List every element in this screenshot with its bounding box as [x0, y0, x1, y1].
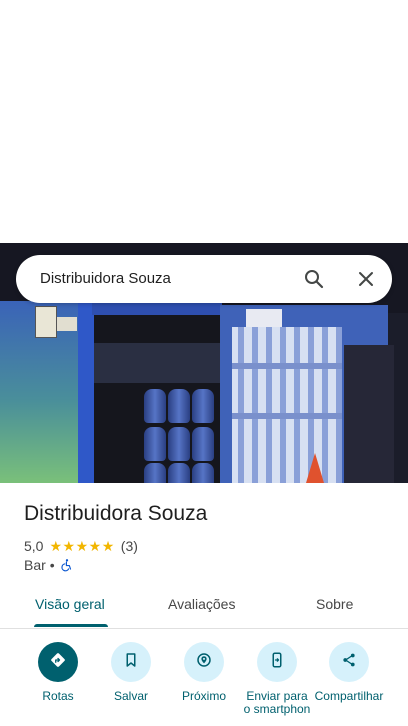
save-button[interactable]: Salvar: [96, 642, 166, 703]
gas-cylinder: [192, 389, 214, 423]
star-rating: ★ ★ ★ ★ ★: [49, 539, 114, 553]
wheelchair-icon: [60, 558, 74, 572]
gas-cylinder: [192, 427, 214, 461]
place-title: Distribuidora Souza: [24, 502, 208, 525]
gas-cylinder: [144, 463, 166, 483]
place-category: Bar: [24, 557, 46, 573]
gas-cylinder: [168, 427, 190, 461]
separator: •: [49, 557, 55, 573]
tab-overview[interactable]: Visão geral: [35, 596, 105, 612]
directions-button[interactable]: Rotas: [23, 642, 93, 703]
wall-plate: [246, 309, 282, 327]
active-tab-indicator: [34, 624, 108, 627]
tab-bar: Visão geral Avaliações Sobre: [0, 588, 408, 629]
wall-sign: [57, 317, 77, 331]
gas-cylinder: [144, 427, 166, 461]
nearby-icon: [195, 651, 213, 674]
tab-reviews[interactable]: Avaliações: [168, 596, 235, 612]
send-to-phone-button[interactable]: Enviar para o smartphone: [242, 642, 312, 716]
nearby-label: Próximo: [181, 689, 226, 703]
map-blank-area: [0, 0, 408, 243]
share-button[interactable]: Compartilhar: [314, 642, 384, 716]
directions-icon: [49, 651, 67, 674]
search-icon[interactable]: [302, 267, 326, 291]
nearby-button[interactable]: Próximo: [169, 642, 239, 703]
star-icon: ★: [62, 538, 76, 554]
rating-row[interactable]: 5,0 ★ ★ ★ ★ ★ (3): [24, 537, 138, 555]
search-bar[interactable]: Distribuidora Souza: [16, 255, 392, 303]
gas-cylinder: [168, 463, 190, 483]
close-icon[interactable]: [354, 267, 378, 291]
traffic-cone: [306, 453, 324, 483]
gas-cylinder: [192, 463, 214, 483]
gas-cylinder: [168, 389, 190, 423]
category-row: Bar •: [24, 557, 74, 573]
review-count[interactable]: (3): [121, 538, 138, 554]
save-label: Salvar: [113, 689, 148, 703]
gas-cylinder: [144, 389, 166, 423]
wall-sign: [35, 306, 57, 338]
share-label: Compartilhar: [314, 690, 384, 703]
share-icon: [340, 651, 358, 674]
star-icon: ★: [49, 538, 63, 554]
star-icon: ★: [75, 538, 89, 554]
bookmark-icon: [122, 651, 140, 674]
send-to-phone-label: Enviar para o smartphone: [243, 690, 311, 716]
tab-about[interactable]: Sobre: [316, 596, 353, 612]
send-to-phone-icon: [268, 651, 286, 674]
rating-value: 5,0: [24, 538, 44, 554]
star-icon: ★: [101, 538, 115, 554]
star-icon: ★: [88, 538, 102, 554]
search-query[interactable]: Distribuidora Souza: [40, 270, 171, 287]
directions-label: Rotas: [42, 689, 74, 703]
